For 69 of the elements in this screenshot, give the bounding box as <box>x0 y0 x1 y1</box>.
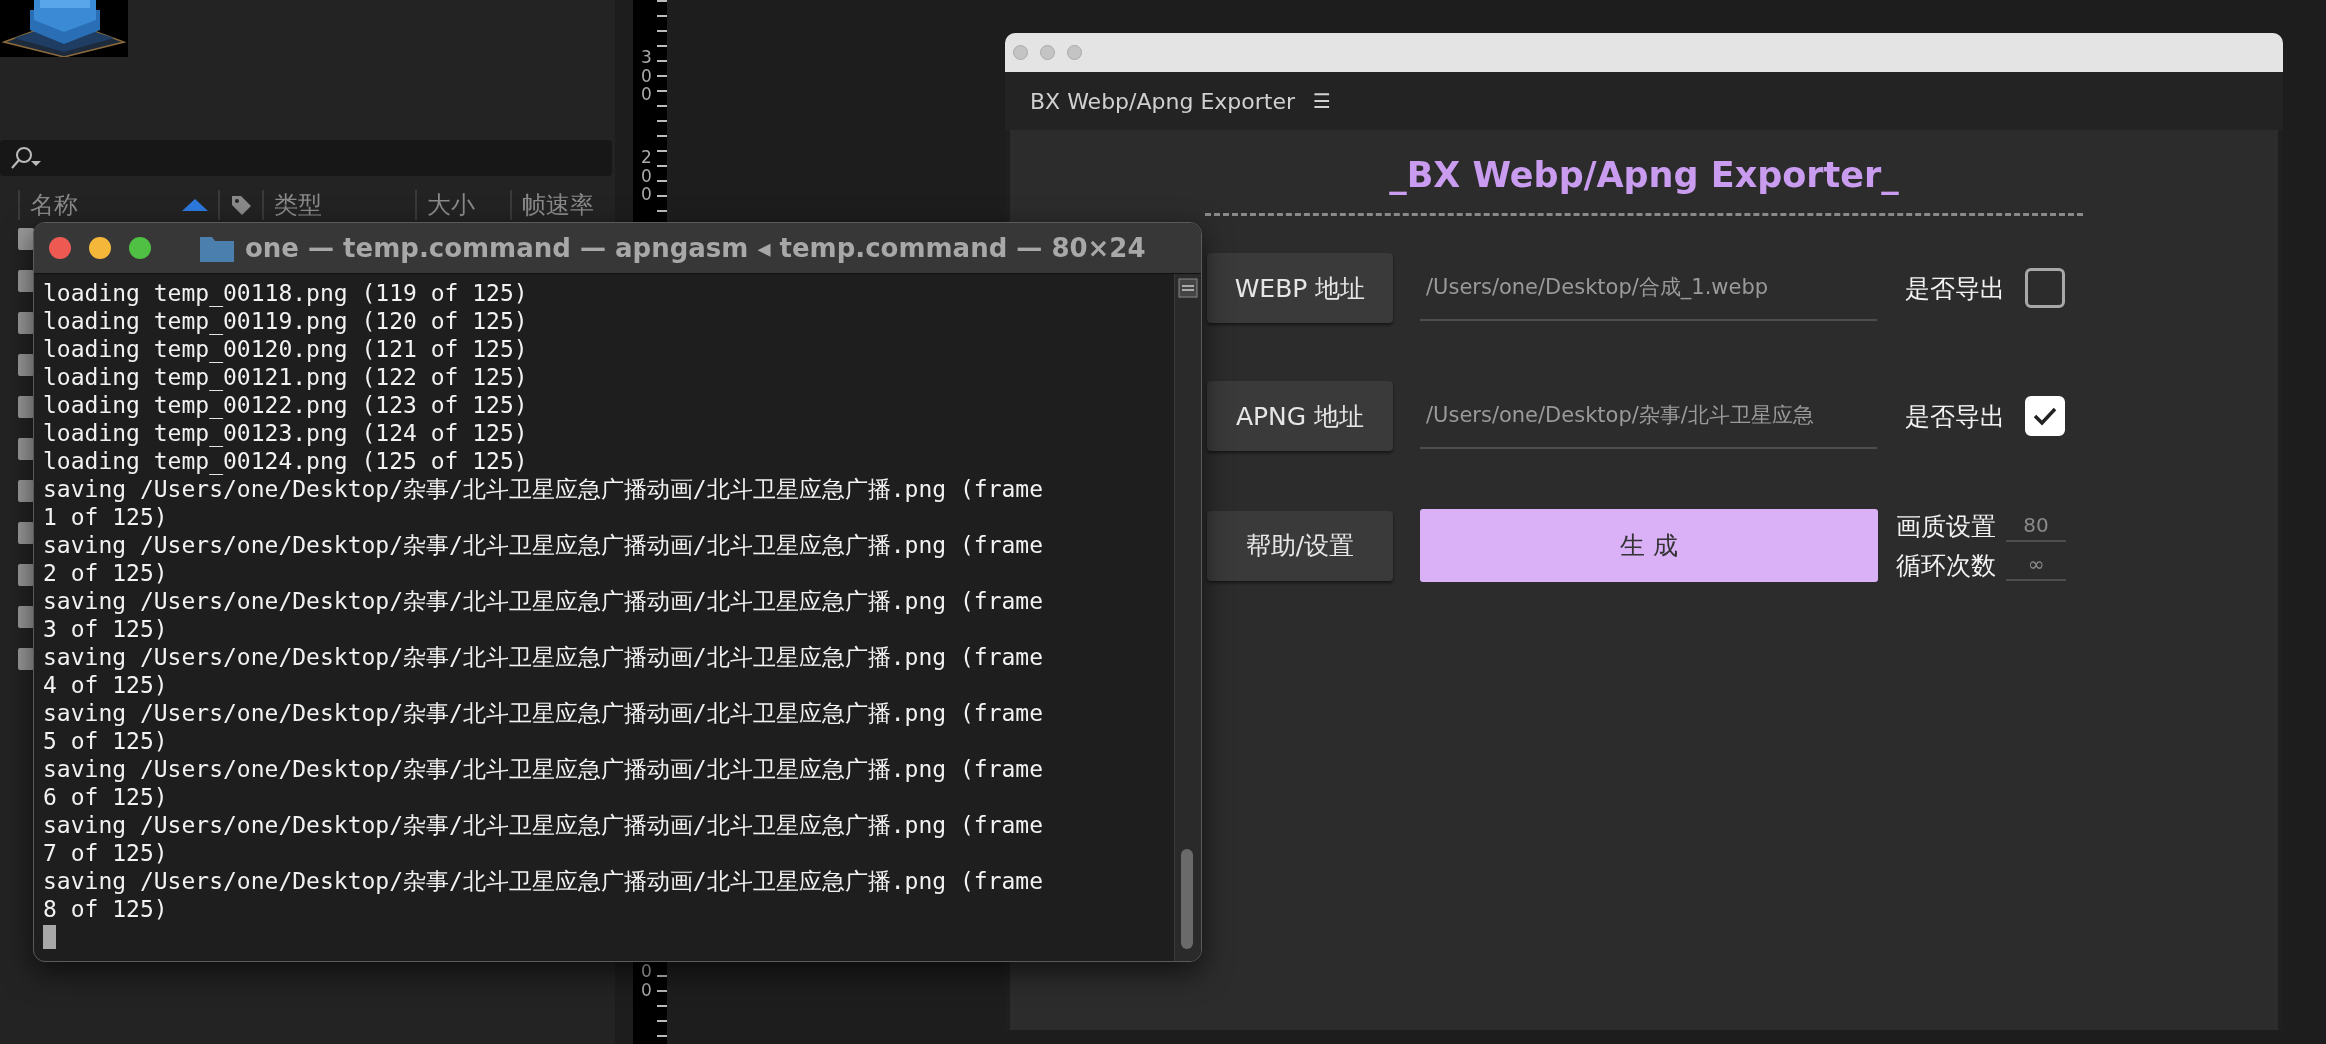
terminal-line: 3 of 125) <box>43 615 169 643</box>
terminal-line: 8 of 125) <box>43 895 169 923</box>
file-icon <box>18 438 34 460</box>
column-header[interactable]: 类型 <box>274 191 322 219</box>
file-icon <box>18 480 34 502</box>
setting-label: 画质设置 <box>1896 510 1996 543</box>
ruler-label: 300 <box>641 48 653 105</box>
ruler-label: 200 <box>641 148 653 205</box>
terminal-line: loading temp_00124.png (125 of 125) <box>43 447 529 475</box>
generate-button[interactable]: 生 成 <box>1420 509 1878 582</box>
terminal-line: saving /Users/one/Desktop/杂事/北斗卫星应急广播动画/北斗卫星应急广播.png (frame <box>43 587 1045 615</box>
terminal-line: loading temp_00121.png (122 of 125) <box>43 363 529 391</box>
setting-label: 循环次数 <box>1896 549 1996 582</box>
sort-arrow-icon <box>182 199 208 211</box>
minimize-button[interactable] <box>89 237 111 259</box>
terminal-line: saving /Users/one/Desktop/杂事/北斗卫星应急广播动画/北斗卫星应急广播.png (frame <box>43 531 1045 559</box>
path-button[interactable]: WEBP 地址 <box>1207 253 1393 323</box>
column-header[interactable]: 名称 <box>30 191 78 219</box>
terminal-line: 1 of 125) <box>43 503 169 531</box>
path-field[interactable]: /Users/one/Desktop/杂事/北斗卫星应急 <box>1420 383 1877 449</box>
setting-field[interactable]: 80 <box>2006 510 2066 542</box>
scrollbar-thumb[interactable] <box>1181 849 1193 949</box>
file-icon <box>18 396 34 418</box>
window-title: one — temp.command — apngasm ◂ temp.command — 80×24 <box>245 233 1146 263</box>
file-icon <box>18 228 34 250</box>
search-icon <box>10 145 42 171</box>
tag-icon <box>230 194 252 216</box>
terminal-line: 6 of 125) <box>43 783 169 811</box>
file-icon <box>18 312 34 334</box>
terminal-line: 2 of 125) <box>43 559 169 587</box>
terminal-line: 7 of 125) <box>43 839 169 867</box>
menu-button[interactable]: ☰ <box>1313 89 1331 113</box>
column-header[interactable]: 大小 <box>427 191 475 219</box>
terminal-line: saving /Users/one/Desktop/杂事/北斗卫星应急广播动画/北斗卫星应急广播.png (frame <box>43 811 1045 839</box>
panel-tab[interactable]: BX Webp/Apng Exporter <box>1030 88 1295 114</box>
column-header[interactable]: 帧速率 <box>522 191 594 219</box>
export-checkbox[interactable] <box>2025 268 2065 308</box>
zoom-button[interactable] <box>129 237 151 259</box>
terminal-line: saving /Users/one/Desktop/杂事/北斗卫星应急广播动画/北斗卫星应急广播.png (frame <box>43 867 1045 895</box>
text-cursor <box>43 925 56 949</box>
terminal-line: loading temp_00119.png (120 of 125) <box>43 307 529 335</box>
close-button[interactable] <box>49 237 71 259</box>
file-icon <box>18 648 34 670</box>
terminal-line: loading temp_00122.png (123 of 125) <box>43 391 529 419</box>
list-icon <box>1178 278 1198 298</box>
terminal-line: saving /Users/one/Desktop/杂事/北斗卫星应急广播动画/北斗卫星应急广播.png (frame <box>43 475 1045 503</box>
setting-field[interactable]: ∞ <box>2006 549 2066 581</box>
terminal-line: loading temp_00123.png (124 of 125) <box>43 419 529 447</box>
terminal-line: saving /Users/one/Desktop/杂事/北斗卫星应急广播动画/北斗卫星应急广播.png (frame <box>43 755 1045 783</box>
panel-heading: _BX Webp/Apng Exporter_ <box>1389 154 1899 197</box>
terminal-line: saving /Users/one/Desktop/杂事/北斗卫星应急广播动画/北斗卫星应急广播.png (frame <box>43 643 1045 671</box>
file-icon <box>18 522 34 544</box>
ruler-label: 00 <box>641 962 653 1000</box>
file-icon <box>18 564 34 586</box>
terminal-line: 4 of 125) <box>43 671 169 699</box>
terminal-line: 5 of 125) <box>43 727 169 755</box>
terminal-line: loading temp_00118.png (119 of 125) <box>43 279 529 307</box>
help-button[interactable]: 帮助/设置 <box>1207 510 1393 581</box>
checkmark-icon <box>2033 406 2057 426</box>
terminal-line: loading temp_00120.png (121 of 125) <box>43 335 529 363</box>
export-label: 是否导出 <box>1905 400 2005 433</box>
export-label: 是否导出 <box>1905 272 2005 305</box>
file-icon <box>18 606 34 628</box>
terminal-line: saving /Users/one/Desktop/杂事/北斗卫星应急广播动画/北斗卫星应急广播.png (frame <box>43 699 1045 727</box>
path-button[interactable]: APNG 地址 <box>1207 381 1393 451</box>
search-field[interactable] <box>0 140 612 176</box>
file-icon <box>18 270 34 292</box>
file-icon <box>18 354 34 376</box>
path-field[interactable]: /Users/one/Desktop/合成_1.webp <box>1420 255 1877 321</box>
